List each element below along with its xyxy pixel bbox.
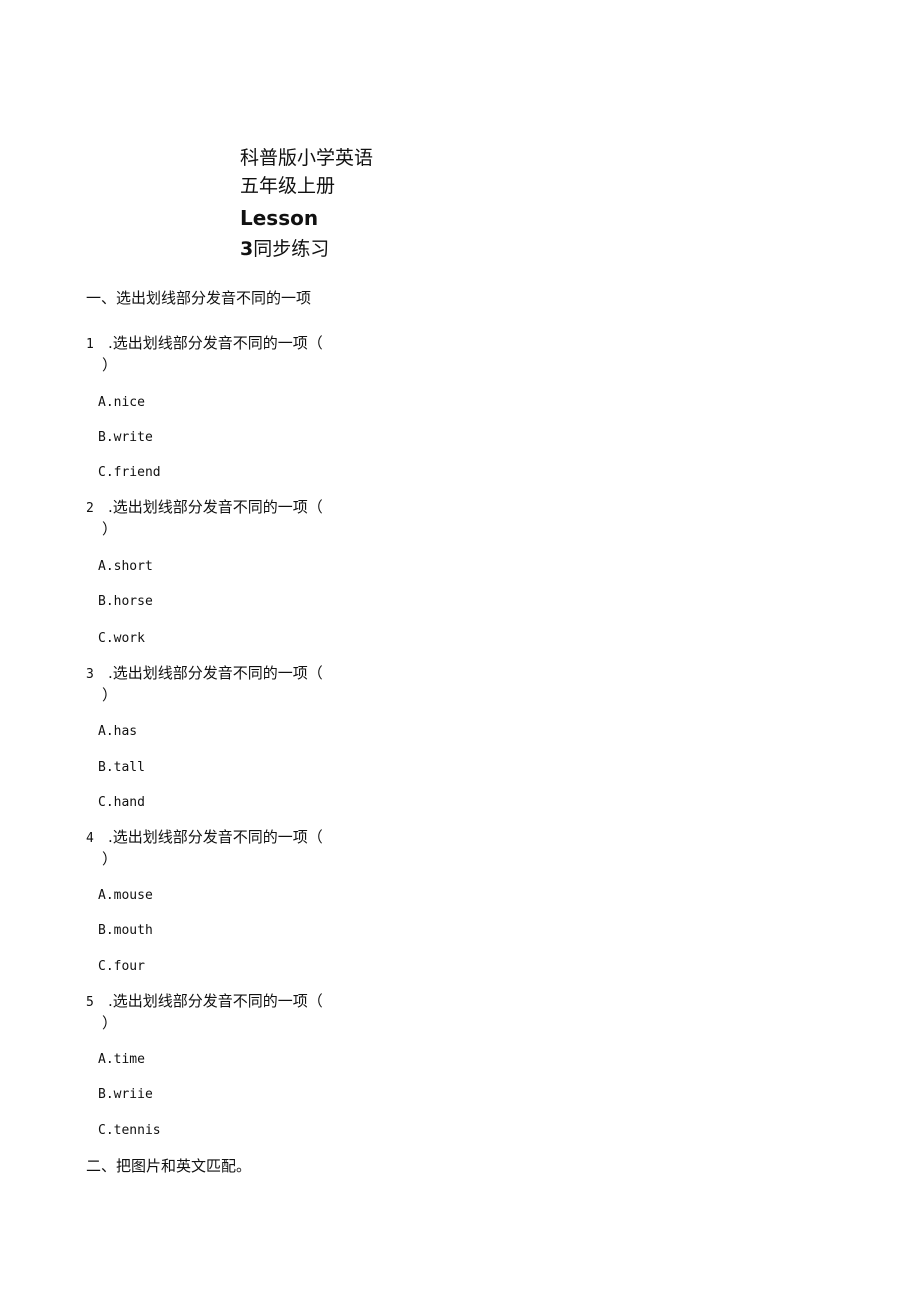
question-prompt: .选出划线部分发音不同的一项（ — [108, 334, 323, 352]
option-a: A.has — [98, 724, 138, 739]
exercise-label: 同步练习 — [253, 238, 330, 260]
option-a: A.short — [98, 559, 153, 574]
question-number: 1 — [86, 337, 94, 352]
option-b: B.mouth — [98, 923, 153, 938]
option-a: A.time — [98, 1052, 145, 1067]
answer-blank-close: ） — [102, 356, 118, 374]
question-prompt: .选出划线部分发音不同的一项（ — [108, 498, 323, 516]
title-exercise: 3同步练习 — [240, 234, 373, 264]
option-c: C.hand — [98, 795, 145, 810]
question-prompt: .选出划线部分发音不同的一项（ — [108, 992, 323, 1010]
answer-blank-close: ） — [102, 686, 118, 704]
option-c: C.four — [98, 959, 145, 974]
option-c: C.work — [98, 631, 145, 646]
question-prompt: .选出划线部分发音不同的一项（ — [108, 828, 323, 846]
title-grade: 五年级上册 — [240, 175, 336, 197]
section-heading-1: 一、选出划线部分发音不同的一项 — [86, 289, 312, 307]
option-b: B.write — [98, 430, 153, 445]
answer-blank-close: ） — [102, 850, 118, 868]
option-b: B.horse — [98, 594, 153, 609]
title-publisher: 科普版小学英语 — [240, 147, 374, 169]
option-b: B.wriie — [98, 1087, 153, 1102]
question-number: 3 — [86, 667, 94, 682]
question-2: 2 .选出划线部分发音不同的一项（ ） — [86, 497, 356, 539]
title-lesson: Lesson — [240, 206, 319, 230]
question-prompt: .选出划线部分发音不同的一项（ — [108, 664, 323, 682]
answer-blank-close: ） — [102, 1014, 118, 1032]
question-number: 4 — [86, 831, 94, 846]
lesson-number: 3 — [240, 238, 254, 260]
question-number: 5 — [86, 995, 94, 1010]
question-5: 5 .选出划线部分发音不同的一项（ ） — [86, 991, 356, 1033]
document-title: 科普版小学英语 五年级上册 Lesson 3同步练习 — [240, 144, 373, 264]
option-c: C.tennis — [98, 1123, 161, 1138]
option-b: B.tall — [98, 760, 145, 775]
option-a: A.nice — [98, 395, 145, 410]
question-1: 1 .选出划线部分发音不同的一项（ ） — [86, 333, 356, 375]
question-number: 2 — [86, 501, 94, 516]
option-a: A.mouse — [98, 888, 153, 903]
question-4: 4 .选出划线部分发音不同的一项（ ） — [86, 827, 356, 869]
answer-blank-close: ） — [102, 520, 118, 538]
option-c: C.friend — [98, 465, 161, 480]
question-3: 3 .选出划线部分发音不同的一项（ ） — [86, 663, 356, 705]
section-heading-2: 二、把图片和英文匹配。 — [86, 1157, 252, 1175]
